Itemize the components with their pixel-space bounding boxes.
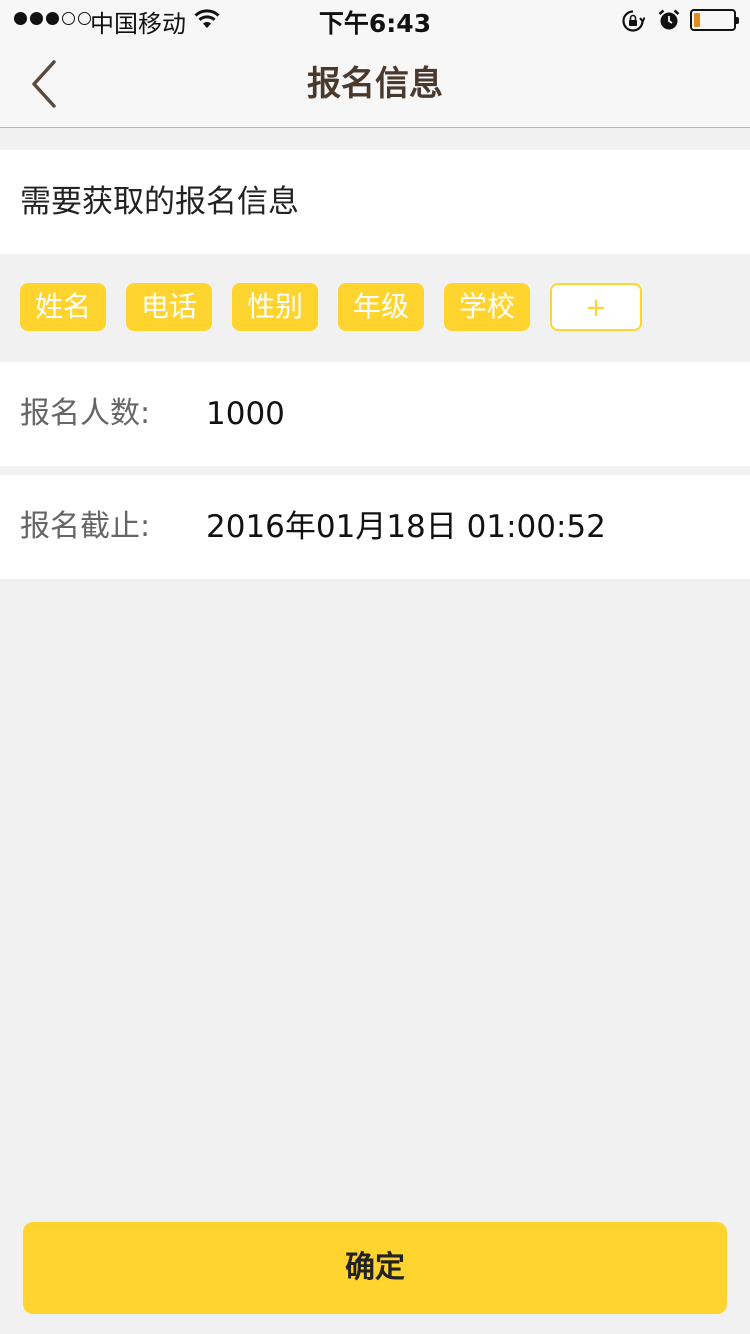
confirm-button[interactable]: 确定 bbox=[23, 1222, 727, 1314]
alarm-icon bbox=[658, 9, 680, 30]
page-title: 报名信息 bbox=[307, 64, 443, 104]
tag-phone[interactable]: 电话 bbox=[126, 283, 212, 331]
section-header: 需要获取的报名信息 bbox=[0, 150, 750, 254]
count-value[interactable]: 1000 bbox=[206, 362, 285, 466]
tag-list: 姓名 电话 性别 年级 学校 + bbox=[0, 254, 750, 362]
battery-level bbox=[694, 13, 700, 27]
nav-bar: 报名信息 bbox=[0, 40, 750, 128]
section-title: 需要获取的报名信息 bbox=[20, 184, 299, 220]
deadline-row[interactable]: 报名截止: 2016年01月18日 01:00:52 bbox=[0, 475, 750, 579]
screen: 中国移动 下午6:43 报名信息 需要获取的报名信息 姓名 电话 性别 年级 学… bbox=[0, 0, 750, 1334]
count-label: 报名人数: bbox=[20, 396, 151, 431]
deadline-value[interactable]: 2016年01月18日 01:00:52 bbox=[206, 475, 606, 579]
tag-gender[interactable]: 性别 bbox=[232, 283, 318, 331]
battery-icon bbox=[690, 9, 739, 31]
status-bar: 中国移动 下午6:43 bbox=[0, 0, 750, 40]
tag-name[interactable]: 姓名 bbox=[20, 283, 106, 331]
rotation-lock-icon bbox=[622, 10, 645, 32]
count-row[interactable]: 报名人数: 1000 bbox=[0, 362, 750, 466]
tag-school[interactable]: 学校 bbox=[444, 283, 530, 331]
add-tag-button[interactable]: + bbox=[550, 283, 642, 331]
tag-grade[interactable]: 年级 bbox=[338, 283, 424, 331]
deadline-label: 报名截止: bbox=[20, 509, 151, 544]
